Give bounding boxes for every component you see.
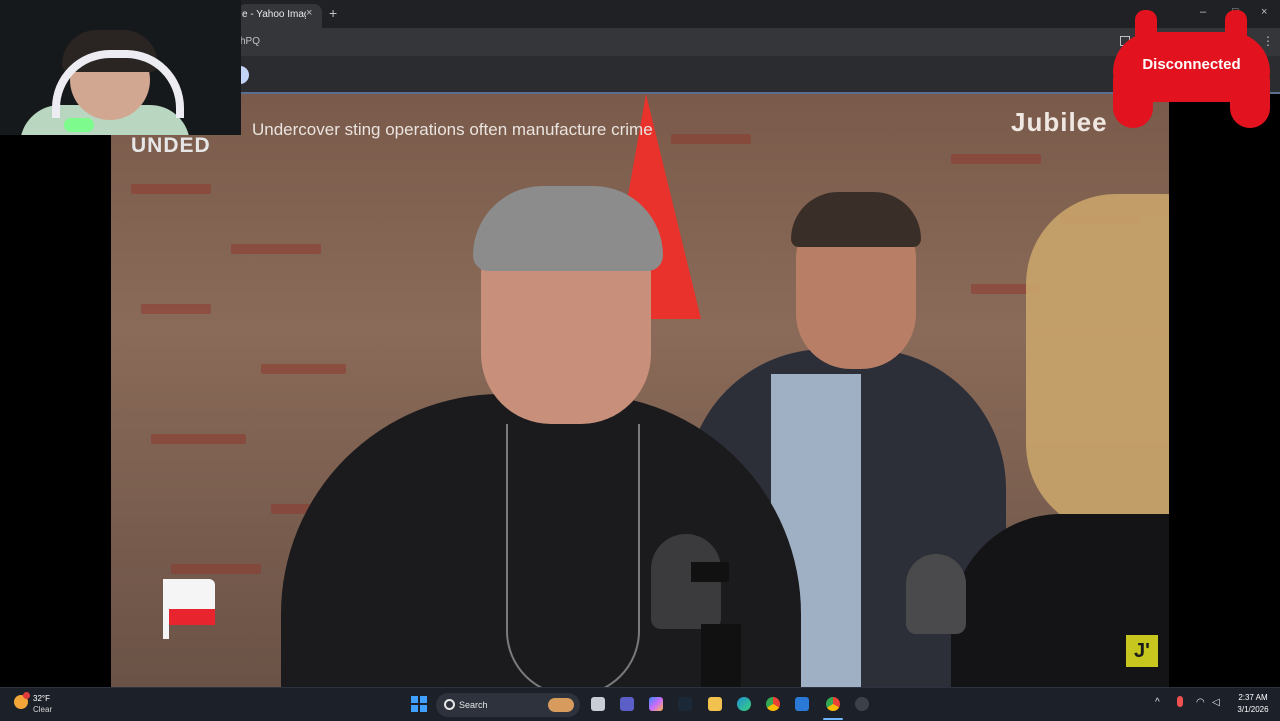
settings-icon[interactable] xyxy=(855,697,869,711)
chrome-icon[interactable] xyxy=(766,697,780,711)
brick xyxy=(131,184,211,194)
new-tab-button[interactable]: + xyxy=(329,5,337,21)
copilot-icon[interactable] xyxy=(649,697,663,711)
weather-alert-icon xyxy=(23,692,30,699)
volume-icon[interactable]: ◁ xyxy=(1212,697,1220,708)
url-input[interactable]: hPQ xyxy=(240,36,260,47)
tray-chevron-icon[interactable]: ^ xyxy=(1155,697,1160,708)
brick xyxy=(231,244,321,254)
start-tile xyxy=(420,705,427,712)
tab-title: e - Yahoo Image xyxy=(242,9,306,20)
flag-pole xyxy=(163,579,169,639)
background-person-hair xyxy=(791,192,921,247)
brick xyxy=(171,564,261,574)
right-person-hair xyxy=(1026,194,1169,534)
brick xyxy=(151,434,246,444)
red-flag-icon xyxy=(163,579,215,639)
microphone-right xyxy=(906,554,966,634)
start-tile xyxy=(420,696,427,703)
channel-logo: Jubilee xyxy=(1011,107,1108,137)
flag-red-stripe xyxy=(163,609,215,625)
status-badge-text: Disconnected xyxy=(1142,56,1241,73)
weather-temperature[interactable]: 32°F xyxy=(33,694,50,703)
video-frame: UNDED Undercover sting operations often … xyxy=(111,94,1169,687)
microphone-icon[interactable] xyxy=(1177,696,1183,707)
speaker-hair xyxy=(473,186,663,271)
folder-icon[interactable] xyxy=(708,697,722,711)
steam-icon[interactable] xyxy=(678,697,692,711)
brick xyxy=(141,304,211,314)
video-subtitle: Undercover sting operations often manufa… xyxy=(252,120,653,139)
wifi-icon[interactable]: ◠ xyxy=(1196,697,1205,708)
webcam-overlay xyxy=(0,0,241,135)
video-title-overlay: UNDED xyxy=(131,134,211,157)
weather-condition[interactable]: Clear xyxy=(33,705,52,714)
clock-time[interactable]: 2:37 AM xyxy=(1233,693,1273,702)
video-player[interactable]: UNDED Undercover sting operations often … xyxy=(0,94,1280,687)
search-label: Search xyxy=(459,700,488,710)
search-icon xyxy=(444,699,455,710)
edge-icon[interactable] xyxy=(737,697,751,711)
controller-status-badge: Disconnected xyxy=(1113,10,1270,128)
windows-taskbar: 32°F Clear Search ^ ◠ ◁ 2:37 AM 3/1/2026 xyxy=(0,687,1280,721)
task-view-icon[interactable] xyxy=(591,697,605,711)
brick xyxy=(261,364,346,374)
search-highlight-icon xyxy=(548,698,574,712)
flag-white-stripe xyxy=(163,579,215,609)
teams-icon[interactable] xyxy=(620,697,634,711)
speaker-necklace xyxy=(506,424,640,687)
jubilee-corner-logo: J' xyxy=(1126,635,1158,667)
start-tile xyxy=(411,705,418,712)
taskbar-search[interactable]: Search xyxy=(436,693,580,717)
chrome-active-icon[interactable] xyxy=(826,697,840,711)
microphone-label xyxy=(691,562,729,582)
microphone-stand xyxy=(701,624,741,687)
clock-date[interactable]: 3/1/2026 xyxy=(1233,705,1273,714)
browser-tab[interactable]: e - Yahoo Image × xyxy=(238,4,322,28)
tab-close-icon[interactable]: × xyxy=(306,7,312,19)
start-tile xyxy=(411,696,418,703)
store-icon[interactable] xyxy=(795,697,809,711)
brick xyxy=(951,154,1041,164)
webcam-green-light xyxy=(64,118,94,132)
start-button[interactable] xyxy=(411,696,427,712)
